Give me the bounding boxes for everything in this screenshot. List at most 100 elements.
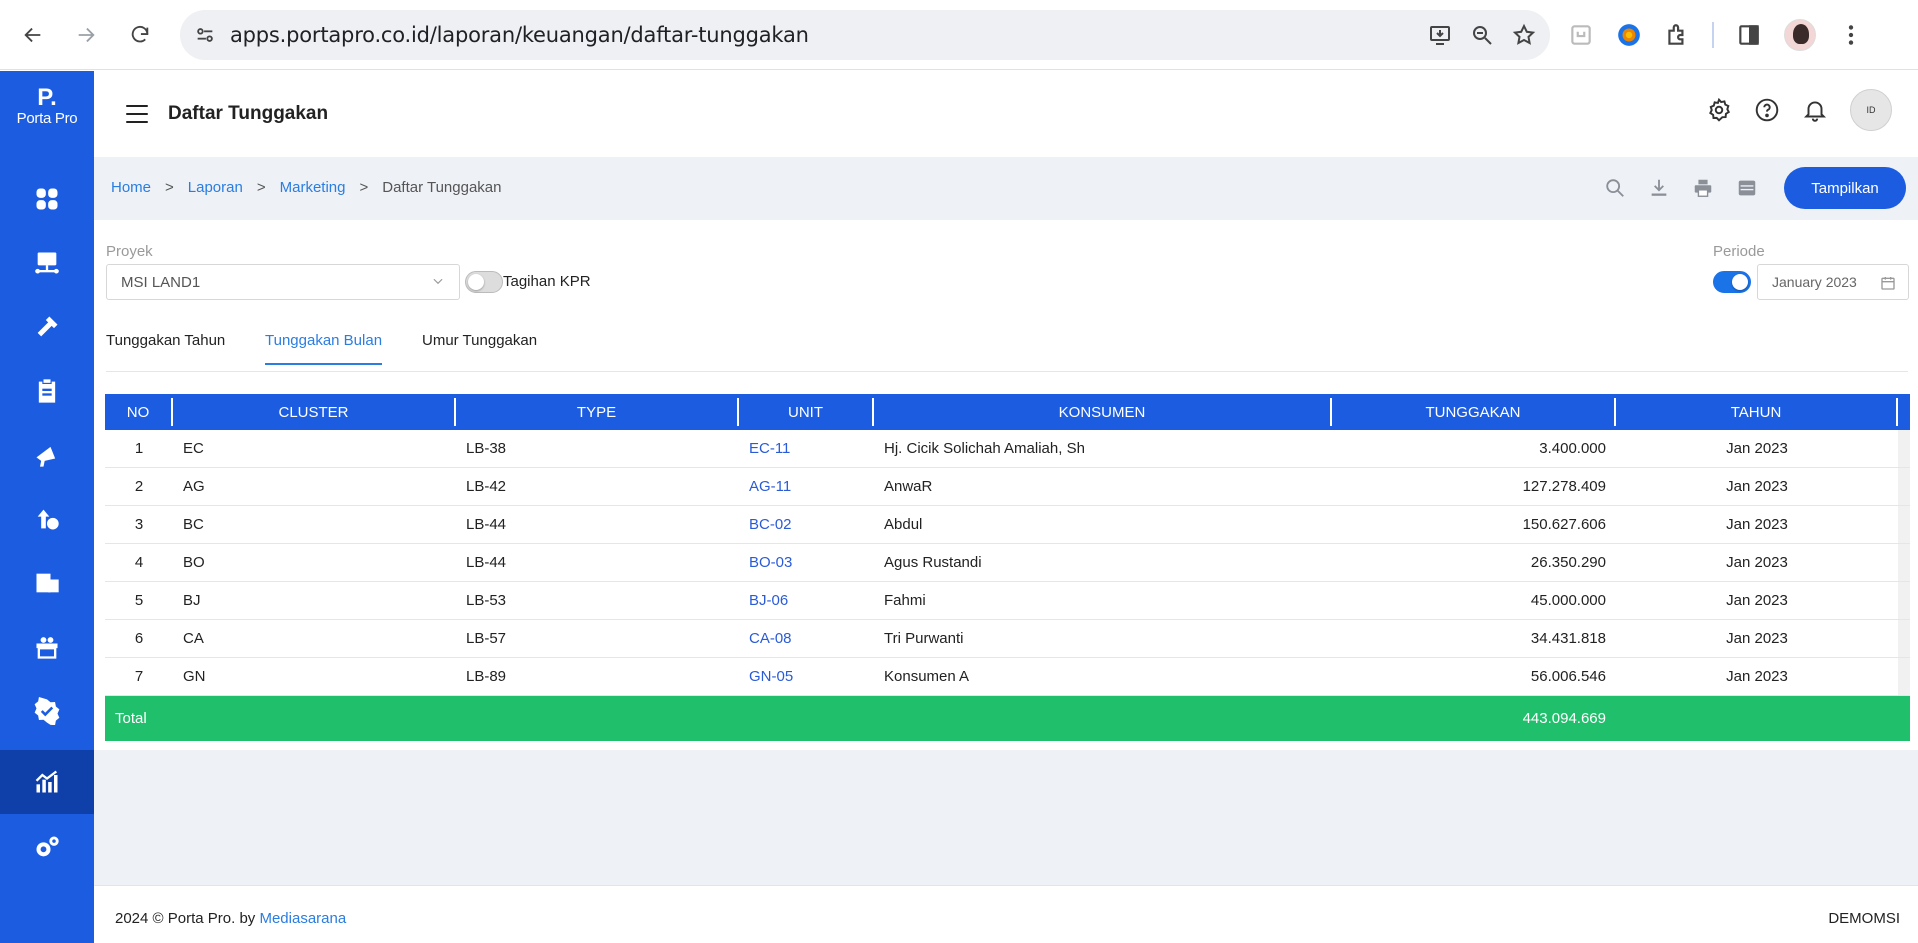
cell-cluster: BO (183, 554, 205, 571)
logo-mark: P. (37, 83, 57, 111)
extension-color-icon[interactable] (1616, 22, 1642, 48)
proyek-select[interactable]: MSI LAND1 (106, 264, 460, 300)
download-icon[interactable] (1648, 177, 1670, 199)
scrollbar-track[interactable] (1898, 506, 1910, 543)
network-icon (35, 252, 59, 274)
install-app-icon[interactable] (1428, 23, 1452, 47)
cell-konsumen: Tri Purwanti (884, 630, 964, 647)
side-panel-icon[interactable] (1736, 22, 1762, 48)
sidebar-item-billing[interactable] (0, 556, 94, 610)
cell-unit-link[interactable]: EC-11 (739, 430, 874, 467)
sidebar-item-report[interactable] (0, 750, 94, 814)
cell-unit-link[interactable]: AG-11 (739, 468, 874, 505)
cell-tahun: Jan 2023 (1726, 592, 1788, 609)
column-header-no[interactable]: NO (105, 398, 173, 426)
table-row[interactable]: 7 GN LB-89 GN-05 Konsumen A 56.006.546 Jan 202… (105, 658, 1910, 696)
cell-unit-link[interactable]: CA-08 (739, 620, 874, 657)
scrollbar-track[interactable] (1898, 658, 1910, 695)
cell-cluster: BC (183, 516, 204, 533)
cell-type: LB-44 (466, 516, 507, 533)
breadcrumb-marketing[interactable]: Marketing (280, 179, 346, 196)
periode-toggle[interactable] (1713, 271, 1751, 293)
sidebar-item-dashboard[interactable] (0, 172, 94, 226)
verified-icon (34, 697, 60, 725)
sidebar-item-verified[interactable] (0, 684, 94, 738)
cell-konsumen: Abdul (884, 516, 923, 533)
sidebar-item-settings[interactable] (0, 820, 94, 874)
menu-toggle-icon[interactable] (126, 105, 148, 123)
scrollbar-track[interactable] (1898, 620, 1910, 657)
app-header: Daftar Tunggakan ID (94, 71, 1918, 157)
column-header-cluster[interactable]: CLUSTER (173, 398, 456, 426)
sidebar-item-marketing[interactable] (0, 428, 94, 482)
table-row[interactable]: 3 BC LB-44 BC-02 Abdul 150.627.606 Jan 2023 (105, 506, 1910, 544)
cell-unit-link[interactable]: BO-03 (739, 544, 874, 581)
back-icon[interactable] (9, 11, 57, 59)
help-icon[interactable] (1754, 97, 1780, 123)
tab-tunggakan-bulan[interactable]: Tunggakan Bulan (265, 332, 383, 365)
column-header-type[interactable]: TYPE (456, 398, 739, 426)
scrollbar-track[interactable] (1898, 430, 1910, 467)
cell-unit-link[interactable]: BC-02 (739, 506, 874, 543)
column-header-tunggakan[interactable]: TUNGGAKAN (1332, 398, 1616, 426)
footer-company-link[interactable]: Mediasarana (259, 910, 346, 927)
gear-icon[interactable] (1706, 97, 1732, 123)
table-view-icon[interactable] (1736, 177, 1758, 199)
empty-content-area (94, 750, 1918, 885)
table-row[interactable]: 6 CA LB-57 CA-08 Tri Purwanti 34.431.818 Jan 2… (105, 620, 1910, 658)
cell-type: LB-57 (466, 630, 507, 647)
logo-text: Porta Pro (16, 109, 78, 127)
sidebar-item-tools[interactable] (0, 300, 94, 354)
browser-menu-icon[interactable] (1838, 22, 1864, 48)
zoom-icon[interactable] (1470, 23, 1494, 47)
sidebar-item-finance[interactable] (0, 492, 94, 546)
kpr-toggle[interactable] (465, 271, 503, 293)
tampilkan-button[interactable]: Tampilkan (1784, 167, 1906, 209)
total-value: 443.094.669 (1522, 710, 1606, 727)
profile-avatar[interactable] (1784, 19, 1816, 51)
footer: 2024 © Porta Pro. by Mediasarana DEMOMSI (94, 885, 1918, 943)
address-bar[interactable]: apps.portapro.co.id/laporan/keuangan/daf… (180, 10, 1550, 60)
table-row[interactable]: 2 AG LB-42 AG-11 AnwaR 127.278.409 Jan 2023 (105, 468, 1910, 506)
sidebar-item-clipboard[interactable] (0, 364, 94, 418)
logo[interactable]: P. Porta Pro (0, 71, 94, 141)
calendar-icon (1881, 277, 1895, 290)
dashboard-icon (36, 188, 58, 210)
forward-icon[interactable] (62, 11, 110, 59)
table-row[interactable]: 4 BO LB-44 BO-03 Agus Rustandi 26.350.290 Jan … (105, 544, 1910, 582)
sidebar-item-gift[interactable] (0, 620, 94, 674)
cell-type: LB-38 (466, 440, 507, 457)
periode-date-field[interactable]: January 2023 (1757, 264, 1909, 300)
table-row[interactable]: 1 EC LB-38 EC-11 Hj. Cicik Solichah Amaliah,… (105, 430, 1910, 468)
settings-icon (36, 836, 59, 857)
finance-icon (37, 509, 59, 530)
scrollbar-track[interactable] (1898, 582, 1910, 619)
url-text[interactable]: apps.portapro.co.id/laporan/keuangan/daf… (230, 23, 809, 47)
search-icon[interactable] (1604, 177, 1626, 199)
cell-unit-link[interactable]: GN-05 (739, 658, 874, 695)
cell-unit-link[interactable]: BJ-06 (739, 582, 874, 619)
extensions-puzzle-icon[interactable] (1664, 22, 1690, 48)
site-settings-icon[interactable] (180, 24, 230, 46)
cell-type: LB-42 (466, 478, 507, 495)
scrollbar-track[interactable] (1898, 468, 1910, 505)
breadcrumb-home[interactable]: Home (111, 179, 151, 196)
cell-cluster: CA (183, 630, 204, 647)
scrollbar-track[interactable] (1898, 544, 1910, 581)
column-header-konsumen[interactable]: KONSUMEN (874, 398, 1332, 426)
column-header-tahun[interactable]: TAHUN (1616, 398, 1898, 426)
tab-tunggakan-tahun[interactable]: Tunggakan Tahun (106, 332, 225, 363)
tab-umur-tunggakan[interactable]: Umur Tunggakan (422, 332, 537, 363)
bell-icon[interactable] (1802, 97, 1828, 123)
bookmark-star-icon[interactable] (1512, 23, 1536, 47)
sidebar-item-network[interactable] (0, 236, 94, 290)
breadcrumb-laporan[interactable]: Laporan (188, 179, 243, 196)
print-icon[interactable] (1692, 177, 1714, 199)
user-avatar[interactable]: ID (1850, 89, 1892, 131)
reload-icon[interactable] (116, 11, 164, 59)
cell-tunggakan: 56.006.546 (1530, 668, 1606, 685)
column-header-unit[interactable]: UNIT (739, 398, 874, 426)
table-row[interactable]: 5 BJ LB-53 BJ-06 Fahmi 45.000.000 Jan 2023 (105, 582, 1910, 620)
extension-icon[interactable] (1568, 22, 1594, 48)
breadcrumb-current: Daftar Tunggakan (382, 179, 502, 196)
